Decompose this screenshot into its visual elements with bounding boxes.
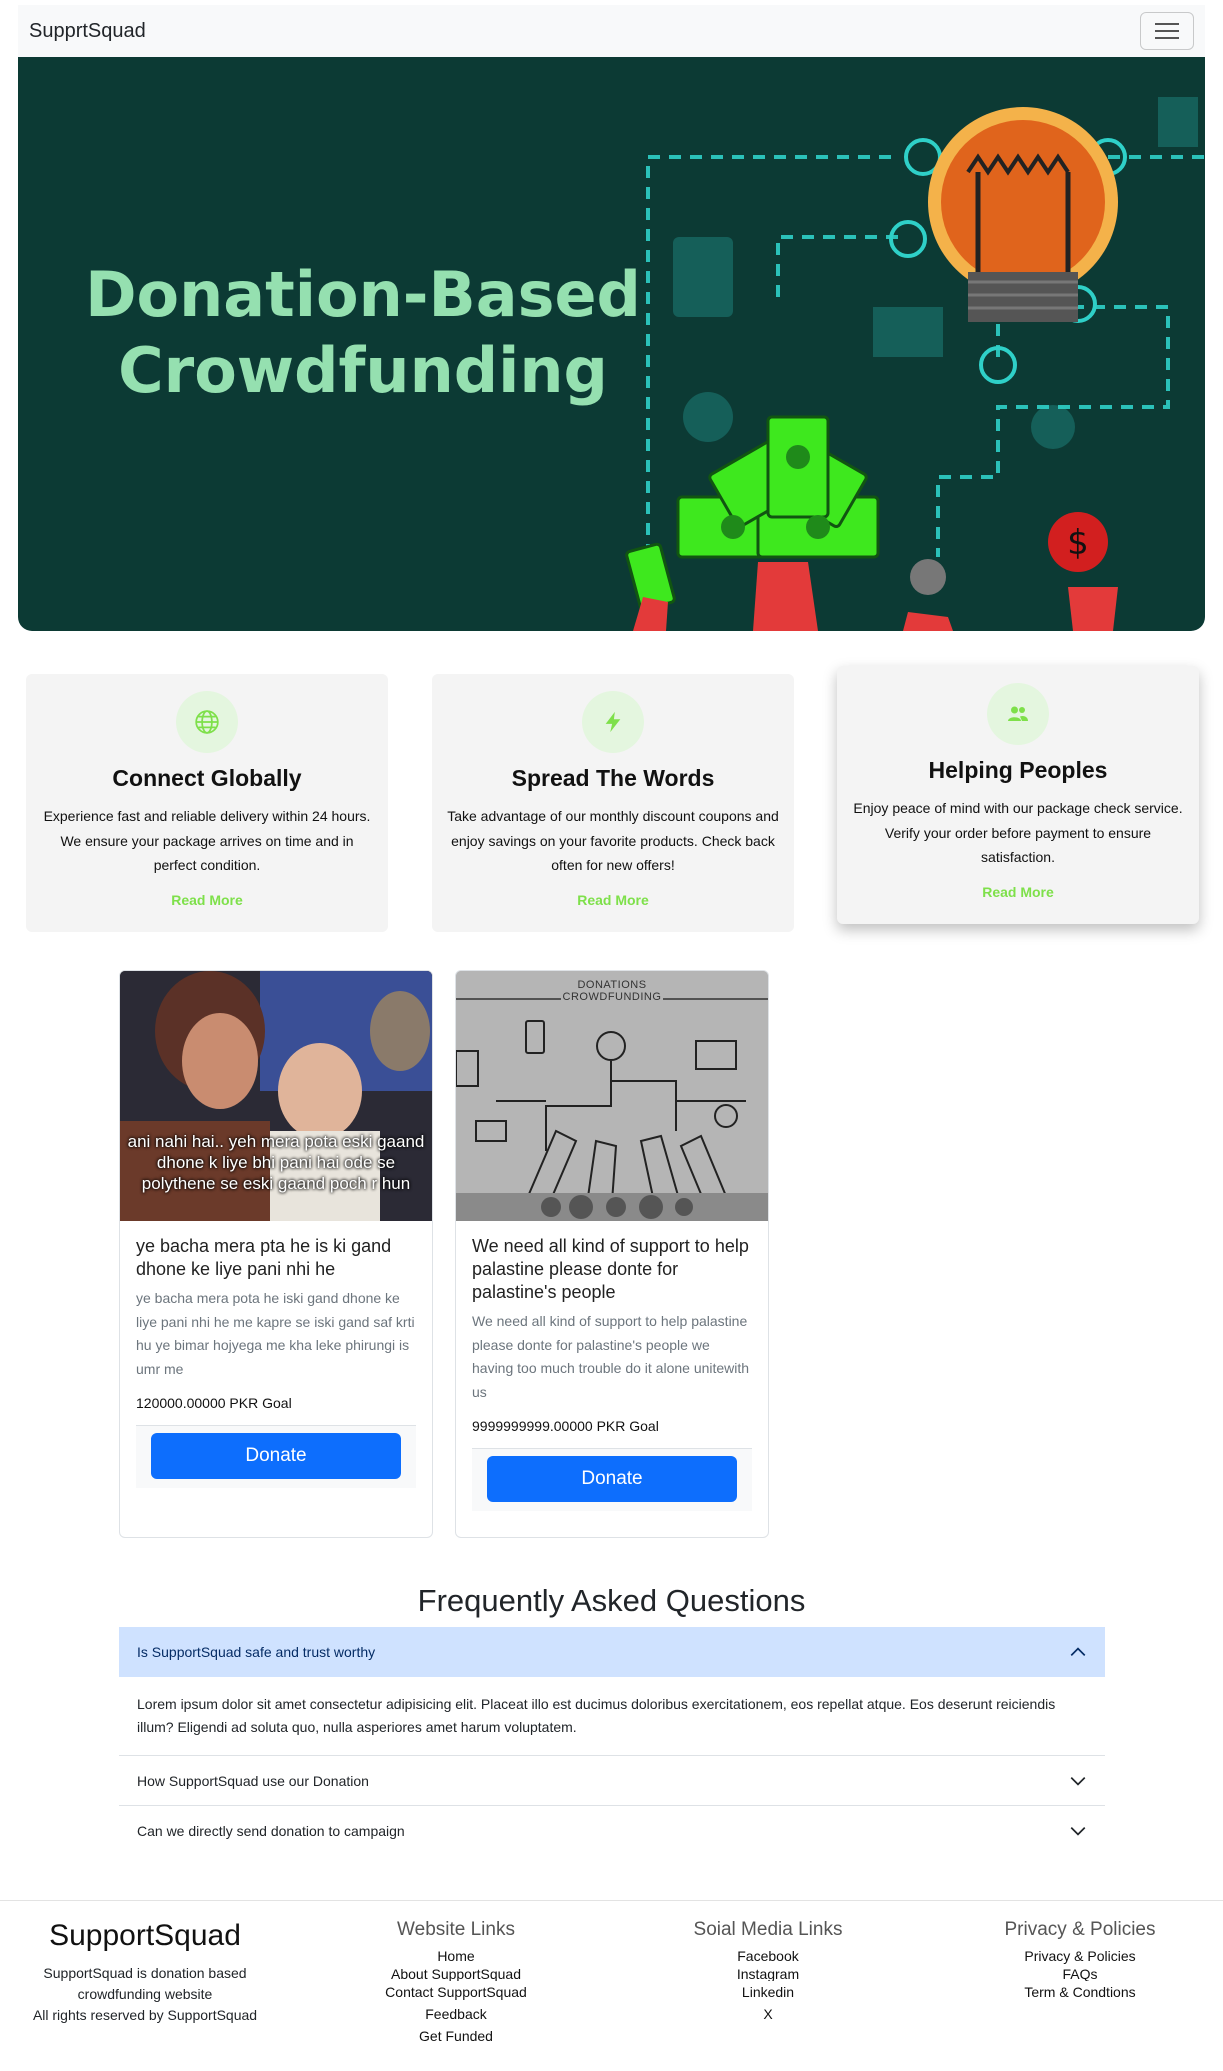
footer-link-about[interactable]: About SupportSquad <box>356 1967 556 1981</box>
read-more-link[interactable]: Read More <box>837 884 1199 900</box>
feature-text: Take advantage of our monthly discount c… <box>447 808 779 873</box>
navbar-brand[interactable]: SupprtSquad <box>29 20 146 43</box>
chevron-up-icon <box>1070 1647 1086 1656</box>
campaign-description: ye bacha mera pota he iski gand dhone ke… <box>136 1290 415 1377</box>
navbar: SupprtSquad <box>18 5 1205 57</box>
read-more-link[interactable]: Read More <box>432 892 794 908</box>
lightning-icon <box>582 691 644 753</box>
footer-link-faqs[interactable]: FAQs <box>980 1967 1180 1981</box>
campaign-image: DONATIONS CROWDFUNDING <box>456 971 768 1221</box>
feature-card-connect: Connect Globally Experience fast and rel… <box>26 674 388 932</box>
footer-link-x[interactable]: X <box>668 2003 868 2025</box>
chevron-down-icon <box>1070 1776 1086 1786</box>
globe-icon <box>176 691 238 753</box>
footer-website-links: Website Links Home About SupportSquad Co… <box>356 1919 556 2047</box>
footer-link-facebook[interactable]: Facebook <box>668 1945 868 1967</box>
footer: SupportSquad SupportSquad is donation ba… <box>0 1900 1223 2071</box>
card-footer: Donate <box>472 1448 752 1511</box>
read-more-link[interactable]: Read More <box>26 892 388 908</box>
campaign-title[interactable]: ye bacha mera pta he is ki gand dhone ke… <box>136 1235 416 1281</box>
footer-link-home[interactable]: Home <box>356 1945 556 1967</box>
campaign-image: ani nahi hai.. yeh mera pota eski gaand … <box>120 971 432 1221</box>
campaign-title[interactable]: We need all kind of support to help pala… <box>472 1235 752 1304</box>
people-icon <box>987 683 1049 745</box>
donate-button[interactable]: Donate <box>151 1433 401 1479</box>
footer-link-terms[interactable]: Term & Condtions <box>980 1981 1180 2003</box>
footer-link-get-funded[interactable]: Get Funded <box>356 2025 556 2047</box>
campaign-goal: 120000.00000 PKR Goal <box>136 1395 292 1411</box>
footer-brand: SupportSquad <box>49 1919 241 1952</box>
svg-text:$: $ <box>1067 523 1089 563</box>
campaign-description: We need all kind of support to help pala… <box>472 1313 750 1400</box>
footer-link-linkedin[interactable]: Linkedin <box>668 1981 868 2003</box>
feature-title: Spread The Words <box>511 765 715 791</box>
footer-social-links: Soial Media Links Facebook Instagram Lin… <box>668 1919 868 2025</box>
feature-card-spread: Spread The Words Take advantage of our m… <box>432 674 794 932</box>
faq-question-1[interactable]: Is SupportSquad safe and trust worthy <box>119 1627 1105 1677</box>
footer-policies: Privacy & Policies Privacy & Policies FA… <box>980 1919 1180 2003</box>
campaign-card: ani nahi hai.. yeh mera pota eski gaand … <box>119 970 433 1538</box>
footer-link-contact[interactable]: Contact SupportSquad <box>356 1981 556 2003</box>
image-caption: ani nahi hai.. yeh mera pota eski gaand … <box>127 1132 425 1193</box>
feature-card-helping: Helping Peoples Enjoy peace of mind with… <box>837 666 1199 924</box>
feature-text: Experience fast and reliable delivery wi… <box>43 808 371 873</box>
feature-text: Enjoy peace of mind with our package che… <box>853 800 1183 865</box>
faq-answer-1: Lorem ipsum dolor sit amet consectetur a… <box>119 1677 1105 1756</box>
footer-about: SupportSquad SupportSquad is donation ba… <box>0 1919 290 2026</box>
hamburger-icon <box>1155 23 1179 25</box>
campaign-card: DONATIONS CROWDFUNDING We need all kind … <box>455 970 769 1538</box>
card-footer: Donate <box>136 1425 416 1488</box>
faq-question-3[interactable]: Can we directly send donation to campaig… <box>119 1806 1105 1856</box>
feature-title: Helping Peoples <box>928 757 1108 783</box>
hero-banner: $ Donation-Based Crowdfunding <box>18 57 1205 631</box>
faq-heading: Frequently Asked Questions <box>417 1583 806 1618</box>
faq-accordion: Is SupportSquad safe and trust worthy Lo… <box>119 1627 1105 1856</box>
feature-title: Connect Globally <box>112 765 302 791</box>
menu-toggle-button[interactable] <box>1140 12 1194 50</box>
footer-link-feedback[interactable]: Feedback <box>356 2003 556 2025</box>
hero-title: Donation-Based Crowdfunding <box>85 258 641 407</box>
footer-link-instagram[interactable]: Instagram <box>668 1967 868 1981</box>
chevron-down-icon <box>1070 1827 1086 1836</box>
donate-button[interactable]: Donate <box>487 1456 737 1502</box>
campaign-goal: 9999999999.00000 PKR Goal <box>472 1418 659 1434</box>
image-caption: DONATIONS CROWDFUNDING <box>562 979 662 1003</box>
footer-link-privacy[interactable]: Privacy & Policies <box>980 1945 1180 1967</box>
faq-question-2[interactable]: How SupportSquad use our Donation <box>119 1756 1105 1806</box>
